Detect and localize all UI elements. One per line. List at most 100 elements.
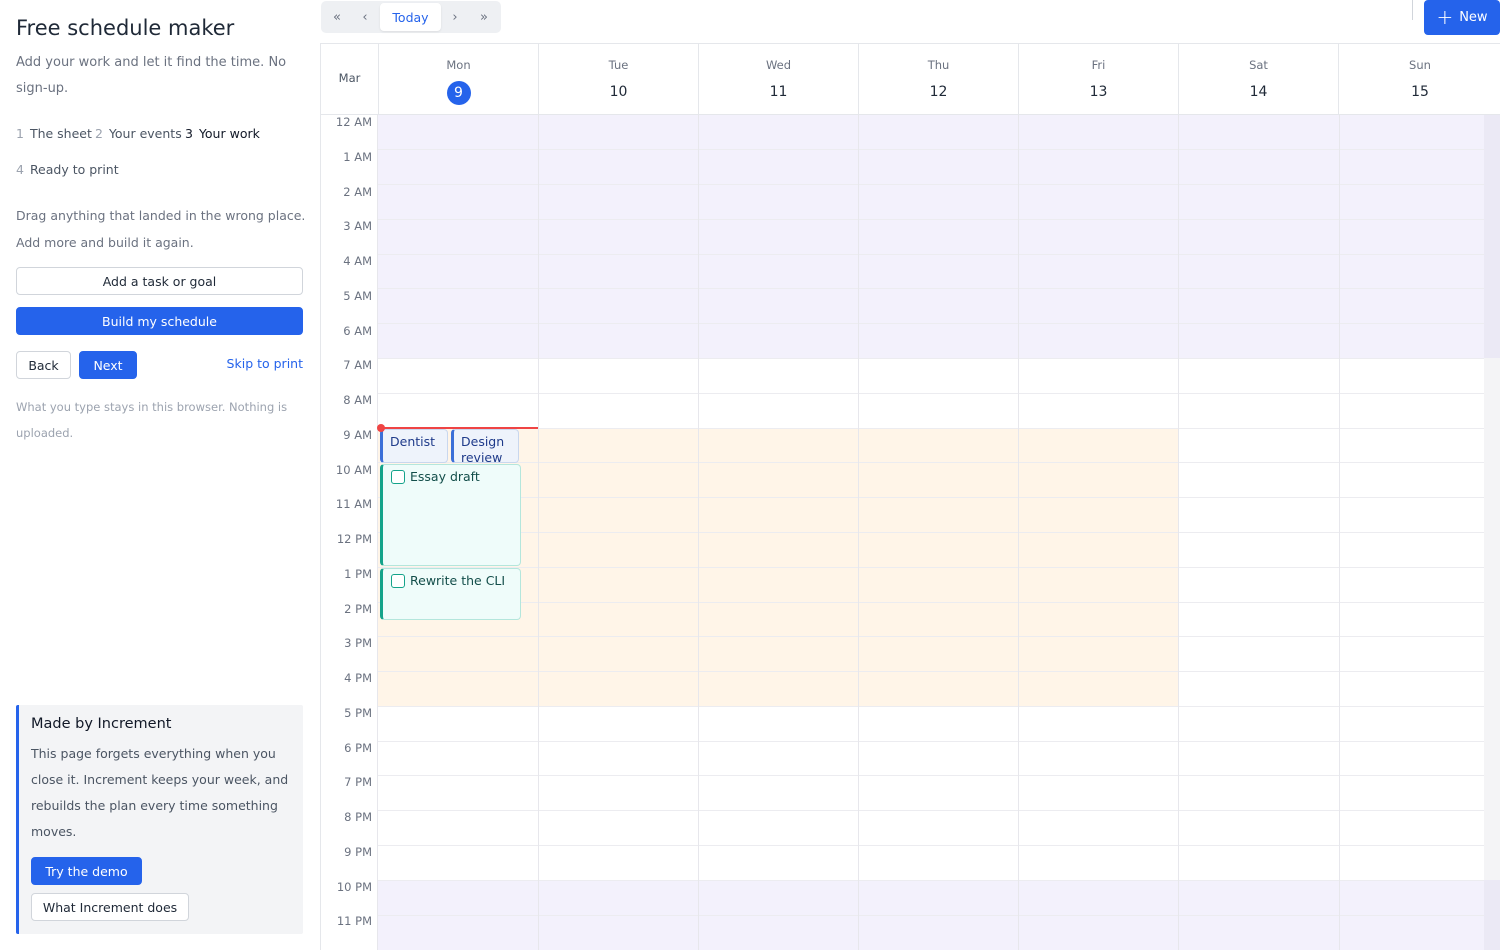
day-header-tue[interactable]: Tue 10: [538, 44, 698, 115]
day-header-wed[interactable]: Wed 11: [698, 44, 858, 115]
day-header-sat[interactable]: Sat 14: [1178, 44, 1338, 115]
promo-text: This page forgets everything when you cl…: [31, 746, 289, 839]
what-increment-does-button[interactable]: What Increment does: [31, 893, 189, 921]
day-number: 12: [929, 84, 948, 100]
day-divider: [698, 115, 699, 950]
day-name: Wed: [765, 58, 792, 72]
day-divider: [1339, 115, 1340, 950]
hour-label: 5 PM: [344, 706, 372, 720]
today-button[interactable]: Today: [380, 3, 441, 31]
step-ready-to-print[interactable]: 4 Ready to print: [16, 162, 119, 177]
day-name: Thu: [927, 58, 950, 72]
day-number: 14: [1249, 84, 1268, 100]
hour-label: 1 PM: [344, 567, 372, 581]
step-number: 1: [16, 126, 24, 141]
current-time-line: [378, 427, 538, 429]
hour-label: 1 AM: [343, 150, 372, 164]
day-name: Tue: [608, 58, 629, 72]
hour-line: [378, 845, 1484, 846]
hour-label: 7 AM: [343, 358, 372, 372]
month-label: Mar: [338, 71, 361, 85]
hour-line: [378, 602, 1484, 603]
next-button[interactable]: Next: [79, 351, 137, 379]
day-name: Fri: [1091, 58, 1106, 72]
hour-line: [378, 149, 1484, 150]
task-title: Rewrite the CLI: [410, 573, 506, 588]
build-schedule-button[interactable]: Build my schedule: [16, 307, 303, 335]
back-button[interactable]: Back: [16, 351, 71, 379]
hour-label: 7 PM: [344, 775, 372, 789]
hour-label: 3 AM: [343, 219, 372, 233]
day-number: 11: [769, 84, 788, 100]
task-essay-draft[interactable]: Essay draft: [380, 464, 521, 566]
try-demo-button[interactable]: Try the demo: [31, 857, 142, 885]
day-header-thu[interactable]: Thu 12: [858, 44, 1018, 115]
hour-line: [378, 567, 1484, 568]
hour-line: [378, 741, 1484, 742]
day-number: 10: [609, 84, 628, 100]
hour-line: [378, 184, 1484, 185]
hour-label: 11 PM: [336, 914, 372, 928]
page-subtitle: Add your work and let it find the time. …: [16, 55, 287, 96]
hour-line: [378, 497, 1484, 498]
checkbox-icon[interactable]: [391, 470, 405, 484]
scrollbar-shade: [1484, 115, 1500, 358]
hour-label: 3 PM: [344, 636, 372, 650]
task-title: Essay draft: [410, 469, 480, 484]
hour-label: 12 PM: [336, 532, 372, 546]
new-button[interactable]: + New: [1424, 0, 1500, 35]
task-rewrite-cli[interactable]: Rewrite the CLI: [380, 568, 521, 620]
hour-label: 2 PM: [344, 602, 372, 616]
next-week-button[interactable]: ›: [441, 3, 469, 31]
promo-title: Made by Increment: [31, 716, 172, 732]
plus-icon: +: [1436, 4, 1454, 29]
night-hours-shade: [378, 115, 1484, 358]
hour-line: [378, 254, 1484, 255]
hour-line: [378, 428, 1484, 429]
hour-line: [378, 671, 1484, 672]
step-number: 2: [95, 126, 103, 141]
step-label: The sheet: [29, 126, 92, 141]
current-time-dot: [377, 424, 385, 432]
event-design-review[interactable]: Design review: [451, 429, 519, 463]
hour-label: 10 PM: [336, 880, 372, 894]
privacy-note: What you type stays in this browser. Not…: [16, 400, 288, 440]
first-week-button[interactable]: «: [323, 3, 351, 31]
day-header-mon[interactable]: Mon 9: [378, 44, 538, 115]
scrollbar-shade: [1484, 880, 1500, 950]
hour-line: [378, 775, 1484, 776]
hour-label: 8 PM: [344, 810, 372, 824]
day-divider: [377, 115, 378, 950]
day-number: 13: [1089, 84, 1108, 100]
last-week-button[interactable]: »: [470, 3, 498, 31]
new-button-label: New: [1459, 10, 1488, 25]
time-grid[interactable]: 12 AM 1 AM 2 AM 3 AM 4 AM 5 AM 6 AM 7 AM…: [321, 115, 1500, 950]
hour-label: 10 AM: [335, 463, 372, 477]
step-the-sheet[interactable]: 1 The sheet: [16, 126, 92, 141]
event-dentist[interactable]: Dentist: [380, 429, 448, 463]
step-your-events[interactable]: 2 Your events: [95, 126, 182, 141]
hour-line: [378, 636, 1484, 637]
checkbox-icon[interactable]: [391, 574, 405, 588]
day-header-fri[interactable]: Fri 13: [1018, 44, 1178, 115]
scrollbar[interactable]: [1484, 115, 1500, 950]
today-date-badge: 9: [446, 81, 471, 105]
hour-line: [378, 358, 1484, 359]
step-number: 4: [16, 162, 24, 177]
hour-label: 8 AM: [343, 393, 372, 407]
step-your-work[interactable]: 3 Your work: [185, 126, 260, 141]
promo-card: Made by Increment This page forgets ever…: [16, 705, 303, 934]
day-name: Mon: [446, 58, 471, 72]
skip-to-print-link[interactable]: Skip to print: [227, 356, 303, 371]
hour-line: [378, 706, 1484, 707]
day-divider: [538, 115, 539, 950]
day-header-sun[interactable]: Sun 15: [1338, 44, 1500, 115]
hour-label: 6 PM: [344, 741, 372, 755]
previous-week-button[interactable]: ‹: [351, 3, 379, 31]
hour-label: 9 PM: [344, 845, 372, 859]
hour-line: [378, 323, 1484, 324]
hour-line: [378, 915, 1484, 916]
week-navigation: « ‹ Today › »: [321, 1, 501, 33]
add-task-button[interactable]: Add a task or goal: [16, 267, 303, 295]
day-name: Sat: [1249, 58, 1268, 72]
